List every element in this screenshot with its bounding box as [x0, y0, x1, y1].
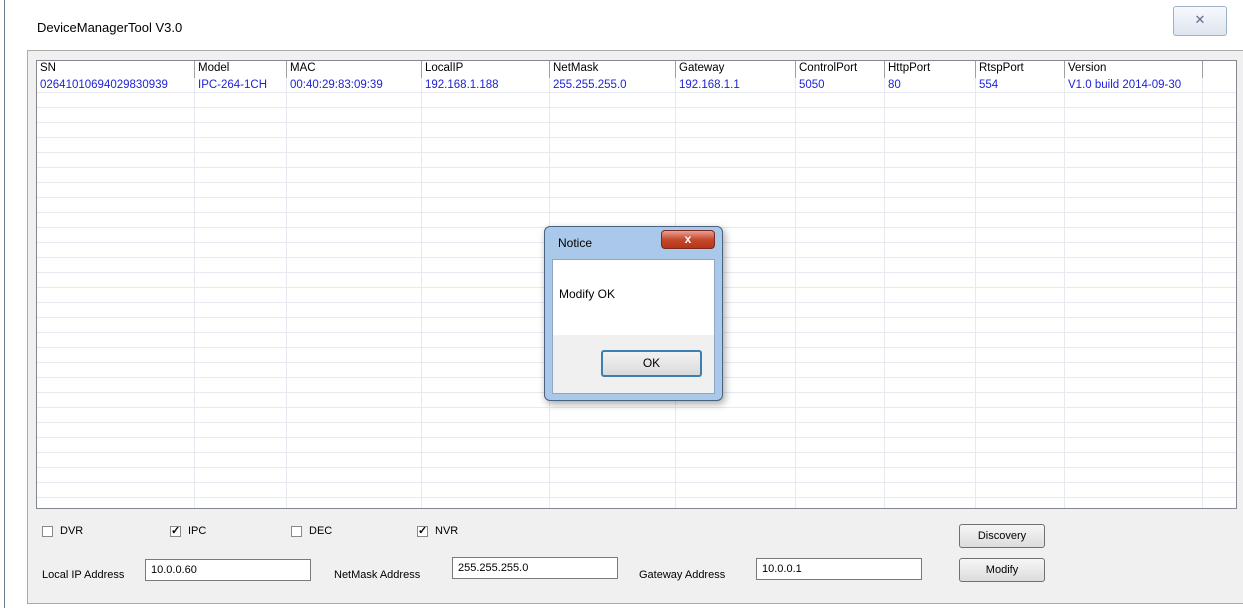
column-header-model[interactable]: Model [195, 61, 287, 78]
column-header-empty [1203, 61, 1236, 78]
column-header-mac[interactable]: MAC [287, 61, 422, 78]
gateway-label: Gateway Address [639, 569, 726, 581]
column-divider [1202, 78, 1203, 508]
column-divider [1064, 78, 1065, 508]
dialog-message: Modify OK [559, 287, 616, 301]
column-header-rtspport[interactable]: RtspPort [976, 61, 1065, 78]
cell-netmask: 255.255.255.0 [553, 79, 627, 91]
column-header-controlport[interactable]: ControlPort [796, 61, 885, 78]
dec-checkbox-label: DEC [309, 525, 333, 537]
dialog-body: Modify OK OK [552, 259, 715, 394]
gateway-input[interactable] [756, 558, 922, 580]
table-row[interactable]: 02641010694029830939 IPC-264-1CH 00:40:2… [37, 78, 1236, 93]
column-header-httpport[interactable]: HttpPort [885, 61, 976, 78]
title-bar: DeviceManagerTool V3.0 ✕ [5, 0, 1243, 46]
column-divider [194, 78, 195, 508]
modify-button[interactable]: Modify [959, 558, 1045, 582]
column-header-localip[interactable]: LocalIP [422, 61, 550, 78]
window-title: DeviceManagerTool V3.0 [37, 20, 183, 35]
column-divider [421, 78, 422, 508]
dvr-checkbox-label: DVR [60, 525, 84, 537]
cell-version: V1.0 build 2014-09-30 [1068, 79, 1182, 91]
local-ip-input[interactable] [145, 559, 311, 581]
dialog-footer: OK [553, 335, 714, 393]
ipc-checkbox[interactable]: IPC [170, 524, 207, 537]
ok-button[interactable]: OK [601, 350, 702, 377]
cell-gateway: 192.168.1.1 [679, 79, 740, 91]
column-divider [975, 78, 976, 508]
close-icon: ✕ [1194, 12, 1206, 27]
ipc-checkbox-box[interactable] [170, 524, 181, 537]
column-divider [795, 78, 796, 508]
cell-sn: 02641010694029830939 [40, 79, 168, 91]
window-close-button[interactable]: ✕ [1173, 6, 1227, 36]
cell-controlport: 5050 [799, 79, 825, 91]
table-header: SN Model MAC LocalIP NetMask Gateway Con… [37, 61, 1236, 79]
ipc-checkbox-label: IPC [188, 525, 207, 537]
dec-checkbox-box[interactable] [291, 525, 302, 537]
column-header-sn[interactable]: SN [37, 61, 195, 78]
local-ip-label: Local IP Address [42, 569, 125, 581]
column-header-version[interactable]: Version [1065, 61, 1203, 78]
dialog-title: Notice [558, 236, 593, 250]
column-divider [286, 78, 287, 508]
cell-rtspport: 554 [979, 79, 999, 91]
notice-dialog: Notice x Modify OK OK [544, 226, 723, 401]
netmask-input[interactable] [452, 557, 618, 579]
discovery-button[interactable]: Discovery [959, 524, 1045, 548]
column-header-gateway[interactable]: Gateway [676, 61, 796, 78]
cell-mac: 00:40:29:83:09:39 [290, 79, 383, 91]
cell-httpport: 80 [888, 79, 901, 91]
dec-checkbox[interactable]: DEC [291, 525, 332, 537]
nvr-checkbox-label: NVR [435, 525, 459, 537]
cell-model: IPC-264-1CH [198, 79, 268, 91]
column-divider [884, 78, 885, 508]
dvr-checkbox-box[interactable] [42, 525, 53, 537]
netmask-label: NetMask Address [334, 569, 421, 581]
nvr-checkbox[interactable]: NVR [417, 524, 459, 537]
column-header-netmask[interactable]: NetMask [550, 61, 676, 78]
nvr-checkbox-box[interactable] [417, 524, 428, 537]
dialog-close-button[interactable]: x [661, 230, 715, 249]
dvr-checkbox[interactable]: DVR [42, 525, 83, 537]
close-icon: x [684, 232, 692, 246]
cell-localip: 192.168.1.188 [425, 79, 499, 91]
